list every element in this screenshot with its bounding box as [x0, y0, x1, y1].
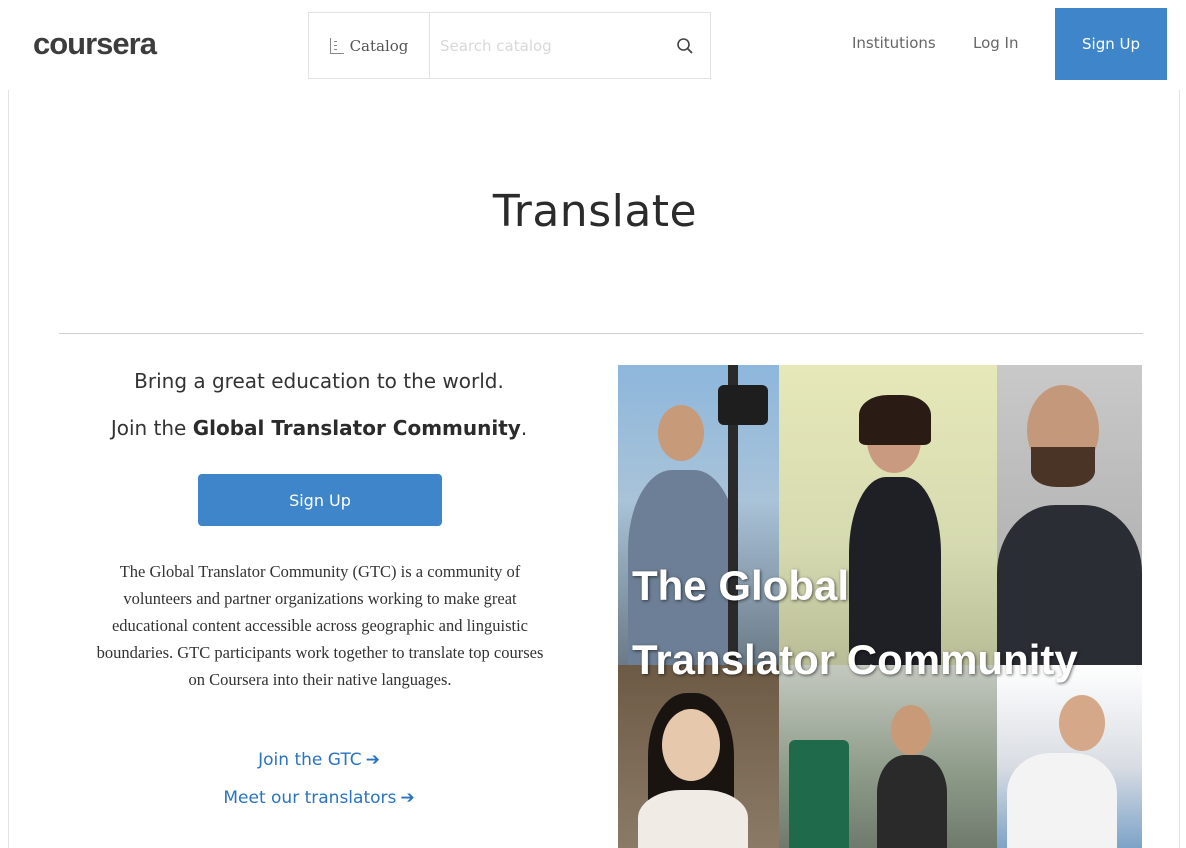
site-header: coursera Catalog Institutions Log In Sig… — [0, 0, 1186, 86]
tagline-line-2: Join the Global Translator Community. — [59, 416, 579, 440]
gtc-description: The Global Translator Community (GTC) is… — [96, 562, 544, 689]
tagline-line-1: Bring a great education to the world. — [134, 369, 504, 393]
title-divider — [59, 333, 1143, 334]
search-icon[interactable] — [660, 13, 710, 78]
institutions-link[interactable]: Institutions — [852, 34, 936, 52]
tagline-suffix: . — [520, 416, 528, 440]
page-title: Translate — [492, 186, 698, 237]
photo-tile — [618, 665, 779, 848]
photo-tile — [997, 665, 1142, 848]
tagline-bold: Global Translator Community — [192, 416, 521, 440]
search-bar: Catalog — [308, 12, 711, 79]
header-signup-button[interactable]: Sign Up — [1055, 8, 1167, 80]
catalog-button[interactable]: Catalog — [309, 13, 430, 78]
main-signup-button[interactable]: Sign Up — [198, 474, 442, 526]
search-input[interactable] — [430, 13, 660, 78]
catalog-icon — [329, 37, 344, 54]
arrow-right-icon: ➔ — [400, 788, 415, 808]
catalog-label: Catalog — [349, 36, 409, 55]
meet-translators-link[interactable]: Meet our translators ➔ — [59, 788, 579, 808]
meet-translators-label: Meet our translators — [223, 788, 397, 808]
photo-tile — [618, 365, 779, 665]
photo-tile — [779, 665, 997, 848]
photo-tile — [779, 365, 997, 665]
arrow-right-icon: ➔ — [365, 750, 380, 770]
join-gtc-label: Join the GTC — [258, 750, 362, 770]
coursera-logo[interactable]: coursera — [33, 26, 157, 62]
photo-tile — [997, 365, 1142, 665]
gtc-photo-collage: The Global Translator Community — [618, 365, 1142, 848]
login-link[interactable]: Log In — [973, 34, 1019, 52]
collage-title-line-2: Translator Community — [632, 636, 1078, 683]
join-gtc-link[interactable]: Join the GTC ➔ — [59, 750, 579, 770]
content-panel: Translate Bring a great education to the… — [8, 90, 1180, 848]
collage-title-line-1: The Global — [632, 562, 850, 609]
tagline-prefix: Join the — [110, 416, 193, 440]
